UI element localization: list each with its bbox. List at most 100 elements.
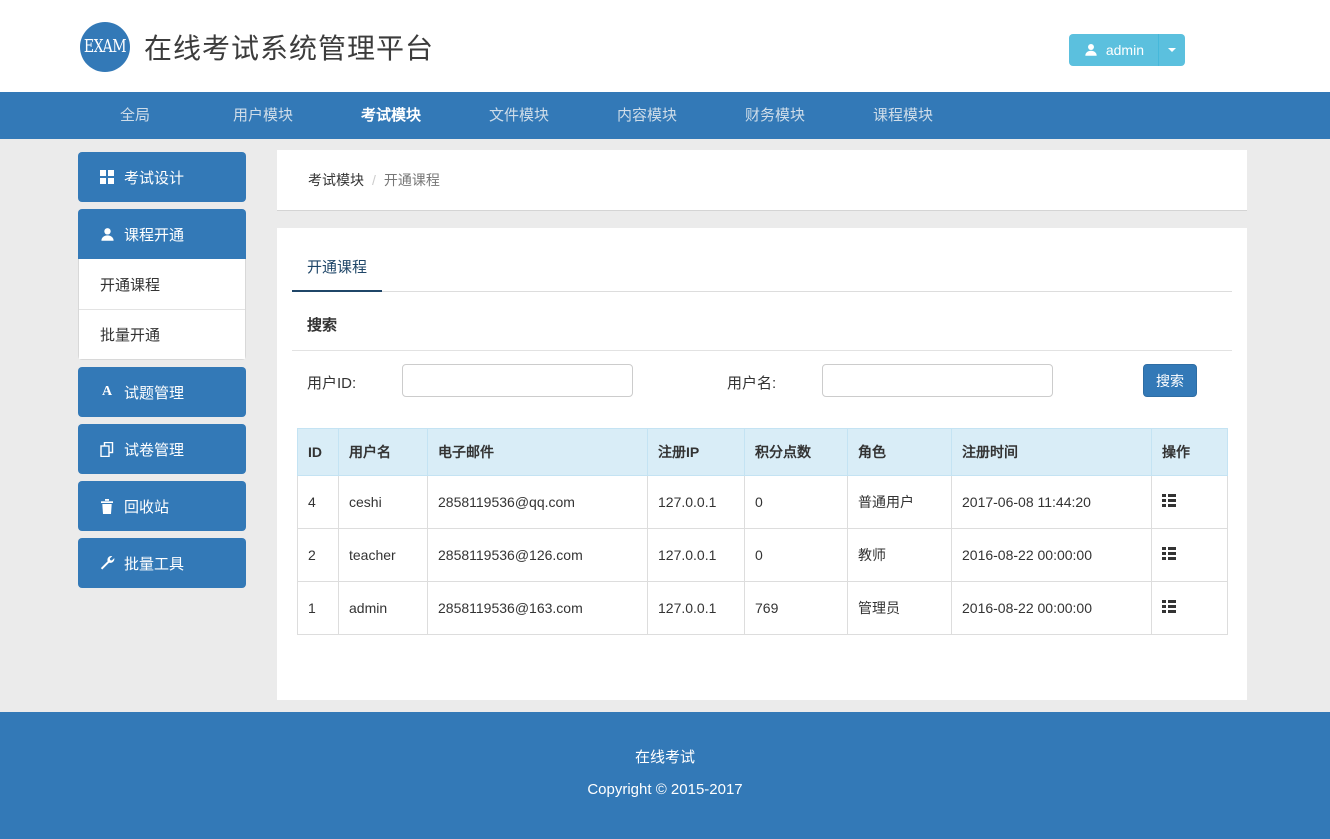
table-row: 1 admin 2858119536@163.com 127.0.0.1 769… <box>298 582 1228 635</box>
breadcrumb: 考试模块 / 开通课程 <box>277 150 1247 211</box>
cell-points: 0 <box>745 476 848 529</box>
cell-ip: 127.0.0.1 <box>648 582 745 635</box>
user-id-label: 用户ID: <box>307 372 356 393</box>
sidebar-item-exam-design[interactable]: 考试设计 <box>78 152 246 202</box>
search-section-title: 搜索 <box>307 314 1232 350</box>
sidebar-item-question-mgmt[interactable]: A 试题管理 <box>78 367 246 417</box>
cell-points: 0 <box>745 529 848 582</box>
sidebar-item-label: 批量工具 <box>124 553 184 574</box>
sidebar-item-label: 试题管理 <box>124 382 184 403</box>
sidebar-group-course-open: 课程开通 开通课程 批量开通 <box>78 209 246 360</box>
cell-points: 769 <box>745 582 848 635</box>
user-dropdown-toggle[interactable] <box>1158 34 1185 66</box>
tab-open-course[interactable]: 开通课程 <box>292 256 382 292</box>
footer-site-name: 在线考试 <box>0 712 1330 767</box>
cell-role: 管理员 <box>848 582 952 635</box>
cell-role: 普通用户 <box>848 476 952 529</box>
nav-item-user-module[interactable]: 用户模块 <box>199 92 327 139</box>
col-actions: 操作 <box>1152 429 1228 476</box>
col-points: 积分点数 <box>745 429 848 476</box>
cell-ip: 127.0.0.1 <box>648 529 745 582</box>
breadcrumb-module[interactable]: 考试模块 <box>308 170 364 190</box>
col-username: 用户名 <box>339 429 428 476</box>
cell-time: 2017-06-08 11:44:20 <box>952 476 1152 529</box>
cell-time: 2016-08-22 00:00:00 <box>952 529 1152 582</box>
logo-text: EXAM <box>84 37 126 57</box>
nav-item-global[interactable]: 全局 <box>71 92 199 139</box>
sidebar-item-label: 课程开通 <box>124 224 184 245</box>
sidebar-item-label: 试卷管理 <box>124 439 184 460</box>
cell-email: 2858119536@qq.com <box>428 476 648 529</box>
user-icon <box>1083 42 1099 58</box>
row-actions-button[interactable] <box>1162 600 1176 616</box>
sidebar-item-batch-tools[interactable]: 批量工具 <box>78 538 246 588</box>
table-header-row: ID 用户名 电子邮件 注册IP 积分点数 角色 注册时间 操作 <box>298 429 1228 476</box>
sidebar-item-course-open[interactable]: 课程开通 <box>78 209 246 259</box>
sidebar-item-label: 回收站 <box>124 496 169 517</box>
user-button-label: admin <box>1106 42 1144 58</box>
col-register-ip: 注册IP <box>648 429 745 476</box>
top-navbar: 全局 用户模块 考试模块 文件模块 内容模块 财务模块 课程模块 <box>0 92 1330 139</box>
username-label: 用户名: <box>727 372 776 393</box>
sidebar-item-label: 考试设计 <box>124 167 184 188</box>
row-actions-button[interactable] <box>1162 494 1176 510</box>
footer-copyright: Copyright © 2015-2017 <box>0 781 1330 798</box>
col-role: 角色 <box>848 429 952 476</box>
cell-id: 1 <box>298 582 339 635</box>
page-title: 在线考试系统管理平台 <box>144 27 434 67</box>
sidebar-item-paper-mgmt[interactable]: 试卷管理 <box>78 424 246 474</box>
sidebar-subitem-batch-open[interactable]: 批量开通 <box>79 309 245 359</box>
nav-item-exam-module[interactable]: 考试模块 <box>327 92 455 139</box>
tab-bar: 开通课程 <box>292 256 1232 292</box>
cell-time: 2016-08-22 00:00:00 <box>952 582 1152 635</box>
header: EXAM 在线考试系统管理平台 admin <box>0 0 1330 92</box>
cell-id: 4 <box>298 476 339 529</box>
divider <box>292 350 1232 351</box>
cell-username: ceshi <box>339 476 428 529</box>
cell-id: 2 <box>298 529 339 582</box>
cell-role: 教师 <box>848 529 952 582</box>
exam-logo-icon: EXAM <box>80 22 130 72</box>
table-row: 2 teacher 2858119536@126.com 127.0.0.1 0… <box>298 529 1228 582</box>
nav-item-finance-module[interactable]: 财务模块 <box>711 92 839 139</box>
nav-item-course-module[interactable]: 课程模块 <box>839 92 967 139</box>
nav-item-file-module[interactable]: 文件模块 <box>455 92 583 139</box>
cell-username: admin <box>339 582 428 635</box>
trash-icon <box>99 498 115 514</box>
th-list-icon <box>1162 494 1176 510</box>
breadcrumb-page: 开通课程 <box>384 170 440 190</box>
chevron-down-icon <box>1168 48 1176 52</box>
th-list-icon <box>1162 600 1176 616</box>
user-icon <box>99 226 115 242</box>
sidebar: 考试设计 课程开通 开通课程 批量开通 A 试题管理 试卷管理 <box>78 152 246 595</box>
wrench-icon <box>99 555 115 571</box>
username-input[interactable] <box>822 364 1053 397</box>
col-register-time: 注册时间 <box>952 429 1152 476</box>
search-form: 用户ID: 用户名: 搜索 <box>277 364 1247 397</box>
copy-icon <box>99 441 115 457</box>
table-row: 4 ceshi 2858119536@qq.com 127.0.0.1 0 普通… <box>298 476 1228 529</box>
th-list-icon <box>1162 547 1176 563</box>
row-actions-button[interactable] <box>1162 547 1176 563</box>
cell-email: 2858119536@126.com <box>428 529 648 582</box>
sidebar-item-recycle-bin[interactable]: 回收站 <box>78 481 246 531</box>
user-id-input[interactable] <box>402 364 633 397</box>
font-a-icon: A <box>99 384 115 400</box>
th-large-icon <box>99 169 115 185</box>
footer: 在线考试 Copyright © 2015-2017 <box>0 712 1330 839</box>
sidebar-submenu: 开通课程 批量开通 <box>78 259 246 360</box>
brand-logo[interactable]: EXAM 在线考试系统管理平台 <box>80 22 434 72</box>
cell-username: teacher <box>339 529 428 582</box>
users-table: ID 用户名 电子邮件 注册IP 积分点数 角色 注册时间 操作 4 ceshi… <box>297 428 1228 635</box>
cell-ip: 127.0.0.1 <box>648 476 745 529</box>
search-button[interactable]: 搜索 <box>1143 364 1197 397</box>
col-email: 电子邮件 <box>428 429 648 476</box>
user-button-main[interactable]: admin <box>1069 34 1158 66</box>
nav-item-content-module[interactable]: 内容模块 <box>583 92 711 139</box>
col-id: ID <box>298 429 339 476</box>
sidebar-subitem-open-course[interactable]: 开通课程 <box>79 259 245 309</box>
main-content: 开通课程 搜索 用户ID: 用户名: 搜索 ID 用户名 电子邮件 注册IP 积… <box>277 228 1247 700</box>
breadcrumb-separator: / <box>372 172 376 188</box>
user-menu-button[interactable]: admin <box>1069 34 1185 66</box>
cell-email: 2858119536@163.com <box>428 582 648 635</box>
